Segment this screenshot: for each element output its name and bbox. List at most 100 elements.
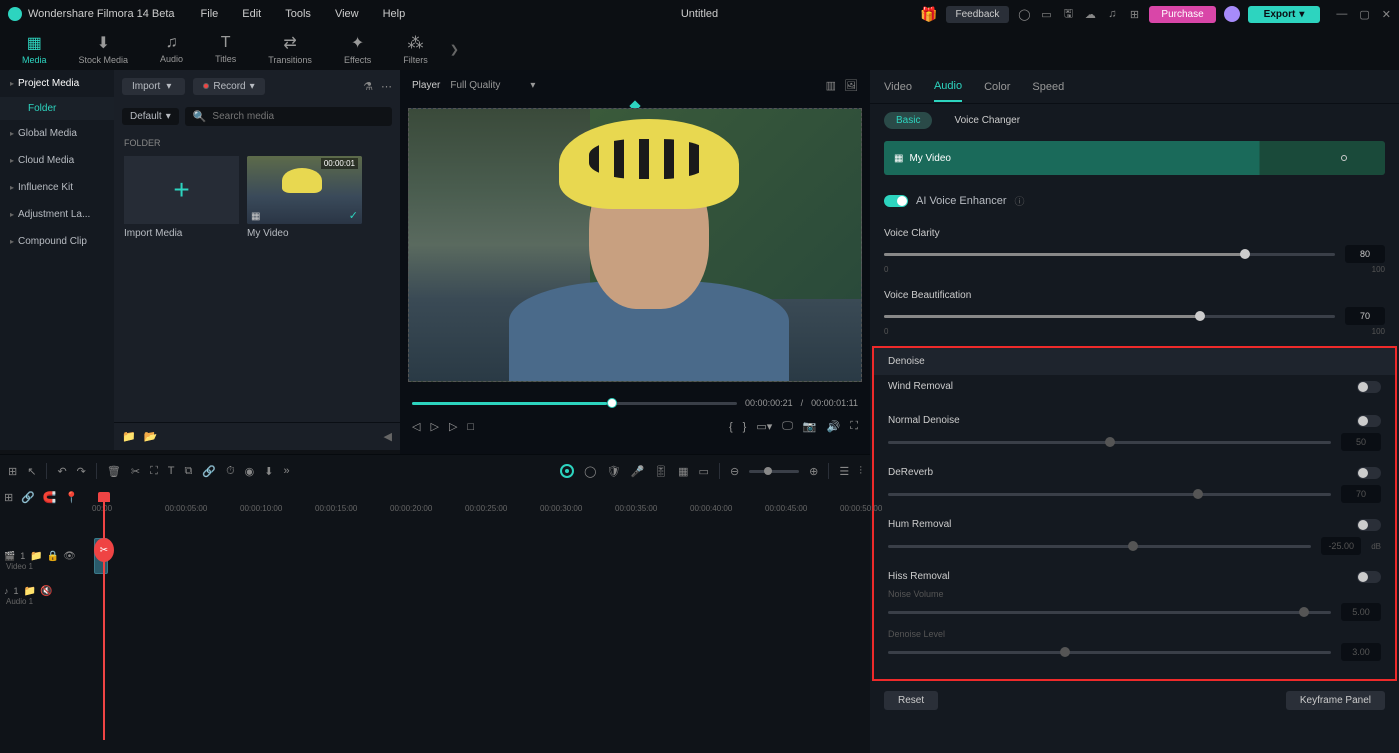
history-icon[interactable]: ◯ <box>1017 7 1031 21</box>
crop-icon[interactable]: ⛶ <box>150 465 158 478</box>
track-marker-icon[interactable]: 📍 <box>65 491 79 504</box>
noise-volume-slider[interactable] <box>888 611 1331 614</box>
speed-icon[interactable]: ⏱ <box>226 465 235 478</box>
volume-icon[interactable]: 🔊 <box>827 420 841 433</box>
menu-help[interactable]: Help <box>375 4 414 24</box>
menu-file[interactable]: File <box>193 4 227 24</box>
voice-clarity-value[interactable]: 80 <box>1345 245 1385 263</box>
prop-tab-video[interactable]: Video <box>884 73 912 101</box>
apps-icon[interactable]: ⊞ <box>1127 7 1141 21</box>
tab-filters[interactable]: ⁂Filters <box>389 29 442 69</box>
hum-removal-slider[interactable] <box>888 545 1311 548</box>
sidebar-global-media[interactable]: ▸Global Media <box>0 120 114 147</box>
stop-button[interactable]: □ <box>467 421 474 433</box>
menu-edit[interactable]: Edit <box>234 4 269 24</box>
compare-icon[interactable]: ▥ <box>826 79 836 92</box>
tl-render-icon[interactable]: ▭ <box>699 465 709 478</box>
cloud-icon[interactable]: ☁ <box>1083 7 1097 21</box>
folder-icon[interactable]: 📁 <box>30 551 42 562</box>
redo-icon[interactable]: ↷ <box>77 465 86 478</box>
headphones-icon[interactable]: ♫ <box>1105 7 1119 21</box>
sidebar-cloud-media[interactable]: ▸Cloud Media <box>0 147 114 174</box>
new-bin-icon[interactable]: 📂 <box>144 430 158 443</box>
tab-media[interactable]: ▦Media <box>8 29 61 69</box>
keyframe-dot-icon[interactable] <box>1341 155 1347 161</box>
feedback-button[interactable]: Feedback <box>946 6 1010 23</box>
folder-icon[interactable]: 📁 <box>24 586 36 597</box>
search-box[interactable]: 🔍 <box>185 107 392 126</box>
zoom-in-icon[interactable]: ⊕ <box>809 465 818 478</box>
copy-icon[interactable]: ⧉ <box>185 465 193 478</box>
export-clip-icon[interactable]: ⬇ <box>264 465 273 478</box>
track-link-icon[interactable]: 🔗 <box>21 491 35 504</box>
more-icon[interactable]: ⋯ <box>381 80 392 93</box>
mark-out-button[interactable]: } <box>743 421 747 433</box>
prev-frame-button[interactable]: ◁ <box>412 420 420 433</box>
record-button[interactable]: Record▾ <box>193 78 264 95</box>
play-pause-button[interactable]: ▷ <box>430 420 438 433</box>
tl-select-icon[interactable]: ↖ <box>27 465 36 478</box>
voice-beautification-slider[interactable] <box>884 315 1335 318</box>
hiss-removal-toggle[interactable] <box>1357 571 1381 583</box>
save-icon[interactable]: 🖫 <box>1061 7 1075 21</box>
filter-icon[interactable]: ⚗ <box>363 80 373 93</box>
screen-icon[interactable]: ▭ <box>1039 7 1053 21</box>
tab-effects[interactable]: ✦Effects <box>330 29 385 69</box>
normal-denoise-slider[interactable] <box>888 441 1331 444</box>
new-folder-icon[interactable]: 📁 <box>122 430 136 443</box>
display-icon[interactable]: 🖵 <box>782 420 793 433</box>
minimize-button[interactable]: — <box>1336 8 1347 21</box>
import-media-tile[interactable]: + <box>124 156 239 224</box>
prop-tab-speed[interactable]: Speed <box>1032 73 1064 101</box>
gift-icon[interactable]: 🎁 <box>920 6 937 23</box>
track-magnet-icon[interactable]: 🧲 <box>43 491 57 504</box>
player-viewport[interactable] <box>400 100 870 390</box>
mic-icon[interactable]: 🎤 <box>630 465 644 478</box>
zoom-slider[interactable] <box>749 470 799 473</box>
ai-voice-enhancer-toggle[interactable] <box>884 195 908 207</box>
timeline-ruler[interactable]: ✂ 00:00 00:00:05:00 00:00:10:00 00:00:15… <box>0 504 870 536</box>
scissors-icon[interactable]: ✂ <box>94 538 114 562</box>
mark-in-button[interactable]: { <box>729 421 733 433</box>
tab-titles[interactable]: TTitles <box>201 30 250 68</box>
prop-tab-color[interactable]: Color <box>984 73 1010 101</box>
menu-tools[interactable]: Tools <box>277 4 319 24</box>
camera-icon[interactable]: 📷 <box>803 420 817 433</box>
import-button[interactable]: Import▾ <box>122 78 185 95</box>
dereverb-slider[interactable] <box>888 493 1331 496</box>
cut-icon[interactable]: ✂ <box>131 465 140 478</box>
info-icon[interactable]: ⓘ <box>1015 193 1025 208</box>
sub-tab-voice-changer[interactable]: Voice Changer <box>942 112 1032 129</box>
timeline-view-icon[interactable]: ☰ <box>839 465 849 478</box>
more-tools-icon[interactable]: » <box>283 465 289 477</box>
playhead[interactable]: ✂ <box>103 500 105 740</box>
fullscreen-icon[interactable]: ⛶ <box>850 420 858 433</box>
link-icon[interactable]: 🔗 <box>202 465 216 478</box>
tl-grid-icon[interactable]: ▦ <box>678 465 688 478</box>
marker-icon[interactable] <box>560 464 574 478</box>
text-tool-icon[interactable]: T <box>168 465 175 477</box>
tab-transitions[interactable]: ⇄Transitions <box>254 29 326 69</box>
next-frame-button[interactable]: ▷ <box>449 420 457 433</box>
selected-clip-bar[interactable]: ▦ My Video <box>884 141 1385 175</box>
tl-tool-icon[interactable]: ◯ <box>584 465 596 478</box>
tabs-next-icon[interactable]: ❯ <box>450 43 459 56</box>
sidebar-adjustment-layer[interactable]: ▸Adjustment La... <box>0 201 114 228</box>
mixer-icon[interactable]: 🎚 <box>654 465 668 478</box>
user-avatar[interactable] <box>1224 6 1240 22</box>
ratio-icon[interactable]: ▭▾ <box>756 420 772 433</box>
playback-progress[interactable] <box>412 402 737 405</box>
delete-icon[interactable]: 🗑 <box>107 465 121 478</box>
prop-tab-audio[interactable]: Audio <box>934 72 962 102</box>
close-button[interactable]: ✕ <box>1382 8 1391 21</box>
eye-icon[interactable]: 👁 <box>63 551 76 562</box>
undo-icon[interactable]: ↶ <box>57 465 66 478</box>
media-clip-thumbnail[interactable]: 00:00:01 ▦ ✓ <box>247 156 362 224</box>
hum-removal-toggle[interactable] <box>1357 519 1381 531</box>
search-input[interactable] <box>212 111 384 122</box>
timeline-options-icon[interactable]: ⫶ <box>859 465 862 478</box>
progress-handle[interactable] <box>607 398 617 408</box>
menu-view[interactable]: View <box>327 4 367 24</box>
lock-icon[interactable]: 🔒 <box>47 551 59 562</box>
track-add-icon[interactable]: ⊞ <box>4 491 13 504</box>
